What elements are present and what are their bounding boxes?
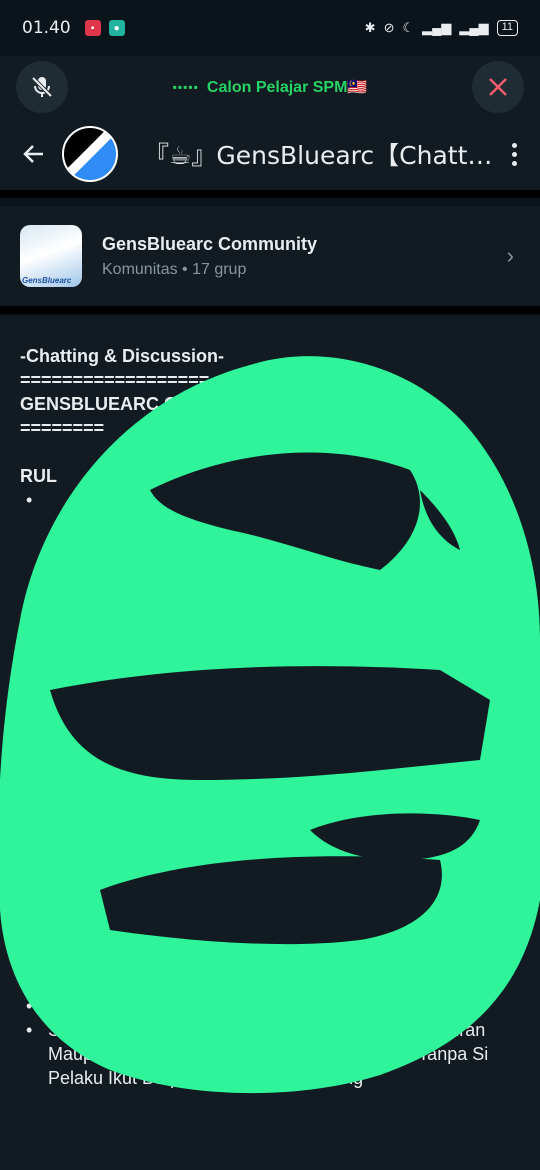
community-avatar: GensBluearc [20,225,82,287]
description-line: RUL [20,466,57,486]
description-line: ================== [20,370,210,390]
more-options-button[interactable] [498,132,530,176]
rule-line: kalo mau bahas yang lain c [160,834,379,854]
group-info-header: 『☕』GensBluearc【Chatting & Discussion】 [0,118,540,190]
call-title: ▪▪▪▪▪ Calon Pelajar SPM🇲🇾 [173,77,368,97]
community-name: GensBluearc Community [102,233,318,254]
signal-2-icon: ▂▄▆ [459,20,489,35]
dot [511,142,517,148]
bluetooth-icon: ✱ [364,20,376,35]
rule-line: pendapat/kepercayaan orang lain [66,618,334,638]
signal-icon: ▂▄▆ [422,20,452,35]
group-avatar[interactable] [62,126,118,182]
community-avatar-logo: GensBluearc [22,276,72,285]
chat-notification-icon: ● [108,20,125,36]
description-line [20,440,520,464]
rule-line: semacamnya [48,690,156,710]
rule-line: No porn, hentai, gore, comunist, kapital… [48,666,415,686]
end-call-button[interactable] [472,61,524,113]
back-button[interactable] [12,132,56,176]
section-divider [0,306,540,314]
rule-line: kan pembahasan stay di Blue archive [108,810,408,830]
rule-bullet: Semua tentang Pengubahan Grub Dari Segi … [20,1018,520,1090]
description-line: ======== [20,418,105,438]
moon-icon: ☾ [402,20,415,35]
status-time: 01.40 [22,18,71,38]
rule-line: dilarang sebaal/melecehkan se [48,714,297,734]
call-name: Calon Pelajar SPM🇲🇾 [206,79,368,96]
status-bar: 01.40 ▪ ● ✱ ⊘ ☾ ▂▄▆ ▂▄▆ 11 [0,0,540,56]
chevron-right-icon: › [506,243,514,268]
dot [511,160,517,166]
mic-off-icon [31,76,53,98]
vibrate-icon: ⊘ [383,20,395,35]
rule-bullet: JANGAN S AI [20,970,520,994]
rule-line: oleransi (wajib) [70,642,192,662]
community-card[interactable]: GensBluearc GensBluearc Community Komuni… [0,206,540,306]
group-name[interactable]: 『☕』GensBluearc【Chatting & Discussion】 [144,136,494,172]
description-line: GENSBLUEARC C [20,394,178,414]
dot [511,151,517,157]
description-line: -Chatting & Discussion- [20,346,225,366]
status-icons: ✱ ⊘ ☾ ▂▄▆ ▂▄▆ 11 [365,20,518,36]
battery-icon: 11 [496,20,518,36]
rule-line: judul ch [310,858,373,878]
close-icon [489,78,507,96]
obscured-region [20,488,520,616]
audio-wave-icon: ▪▪▪▪▪ [172,80,199,94]
video-call-notification-icon: ▪ [84,20,101,36]
group-description: -Chatting & Discussion- ================… [0,316,540,1170]
obscured-region [20,880,520,970]
section-divider [0,190,540,198]
rule-line: topik sensitif sepe [310,762,454,782]
community-text: GensBluearc Community Komunitas • 17 gru… [102,234,317,279]
rule-bullet: M 5 [20,994,520,1018]
mute-button[interactable] [16,61,68,113]
community-meta: Komunitas • 17 grup [102,260,247,278]
arrow-left-icon [23,145,43,163]
call-banner[interactable]: ▪▪▪▪▪ Calon Pelajar SPM🇲🇾 [0,56,540,118]
